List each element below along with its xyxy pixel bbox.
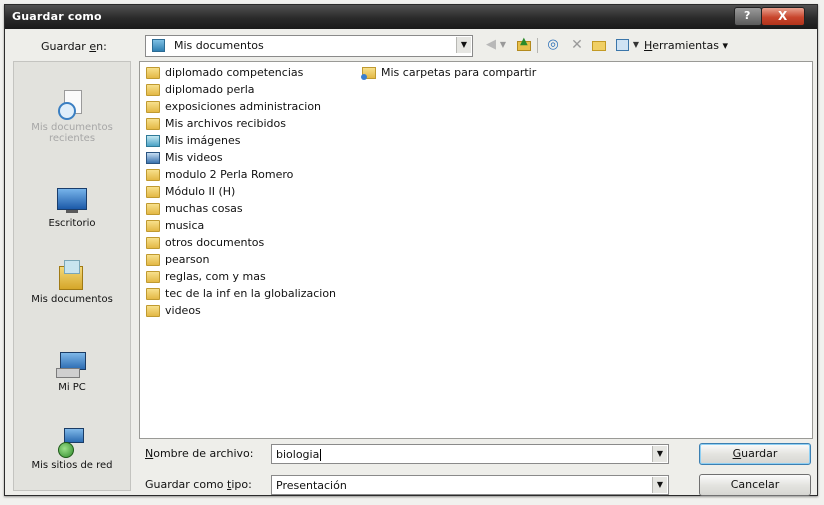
help-icon: ? [744,9,751,22]
delete-icon: ✕ [571,37,583,53]
folder-name: Mis videos [165,151,223,164]
place-label: Escritorio [48,218,96,229]
new-folder-button[interactable] [591,37,607,53]
videos-folder-icon [146,152,160,164]
search-web-button[interactable]: ◎ [545,37,561,53]
network-places-icon [56,426,88,458]
folder-icon [146,237,160,249]
folder-icon [146,84,160,96]
place-label: Mis documentos [31,294,113,305]
title-bar[interactable]: Guardar como ? X [5,5,817,29]
folder-icon [146,169,160,181]
views-menu-button[interactable] [615,37,631,53]
folder-name: pearson [165,253,210,266]
folder-name: modulo 2 Perla Romero [165,168,294,181]
folder-icon [146,118,160,130]
desktop-icon [56,184,88,216]
folder-name: musica [165,219,205,232]
cancel-button[interactable]: Cancelar [699,474,811,496]
filetype-value: Presentación [276,479,347,492]
recent-documents-icon [56,88,88,120]
close-button[interactable]: X [761,7,805,26]
help-button[interactable]: ? [734,7,762,26]
folder-name: reglas, com y mas [165,270,266,283]
chevron-down-icon[interactable]: ▼ [652,477,667,493]
folder-icon [146,67,160,79]
file-list[interactable]: diplomado competencias diplomado perla e… [139,61,813,439]
back-button[interactable]: ◀ [483,37,499,53]
folder-name: tec de la inf en la globalizacion [165,287,337,300]
place-my-computer[interactable]: Mi PC [14,348,130,393]
chevron-down-icon: ▼ [499,40,507,49]
places-bar: Mis documentos recientes Escritorio Mis … [13,61,131,491]
filetype-select[interactable]: Presentación ▼ [271,475,669,495]
search-icon: ◎ [547,37,559,52]
close-icon: X [778,9,788,23]
folder-name: Mis carpetas para compartir [381,66,537,79]
chevron-down-icon[interactable]: ▼ [652,446,667,462]
chevron-down-icon: ▼ [632,40,640,49]
place-recent-documents[interactable]: Mis documentos recientes [14,88,130,144]
folder-icon [146,220,160,232]
filename-value: biologia [276,448,322,461]
save-in-location-combo[interactable]: Mis documentos ▼ [145,35,473,57]
tools-menu[interactable]: Herramientas ▾ [644,39,728,52]
place-desktop[interactable]: Escritorio [14,184,130,229]
up-one-level-button[interactable]: ▲ [516,36,532,53]
save-in-label: Guardar en: [41,40,107,53]
place-label: Mi PC [58,382,86,393]
chevron-down-icon: ▾ [722,39,728,52]
up-arrow-icon: ▲ [520,36,528,47]
save-as-dialog: Guardar como ? X Guardar en: Mis documen… [4,4,818,496]
folder-name: Mis archivos recibidos [165,117,286,130]
pictures-folder-icon [146,135,160,147]
place-my-documents[interactable]: Mis documentos [14,260,130,305]
folder-name: Mis imágenes [165,134,241,147]
folder-name: diplomado perla [165,83,255,96]
toolbar-separator [537,38,538,53]
folder-icon [146,254,160,266]
folder-name: videos [165,304,201,317]
folder-icon [146,288,160,300]
shared-folder-icon [361,67,376,80]
window-title: Guardar como [12,10,102,23]
place-label: Mis sitios de red [31,460,113,471]
filename-label: Nombre de archivo: [145,447,254,460]
folder-name: exposiciones administracion [165,100,322,113]
folder-icon [146,305,160,317]
delete-button[interactable]: ✕ [569,37,585,53]
folder-name: muchas cosas [165,202,243,215]
folder-icon [146,203,160,215]
back-history-dropdown[interactable]: ▼ [499,37,507,53]
folder-icon [146,271,160,283]
new-folder-icon [592,41,606,51]
location-value: Mis documentos [174,39,264,52]
folder-name: Módulo II (H) [165,185,236,198]
folder-name: otros documentos [165,236,265,249]
views-icon [616,39,629,51]
chevron-down-icon[interactable]: ▼ [456,37,471,53]
folder-name: diplomado competencias [165,66,304,79]
my-documents-icon [56,260,88,292]
filetype-label: Guardar como tipo: [145,478,252,491]
filename-input[interactable]: biologia ▼ [271,444,669,464]
place-network[interactable]: Mis sitios de red [14,426,130,471]
save-button[interactable]: Guardar [699,443,811,465]
my-computer-icon [56,348,88,380]
views-dropdown[interactable]: ▼ [632,37,640,53]
place-label: Mis documentos recientes [31,122,113,144]
folder-icon [146,186,160,198]
back-arrow-icon: ◀ [486,37,496,52]
folder-icon [146,101,160,113]
documents-folder-icon [152,39,165,52]
